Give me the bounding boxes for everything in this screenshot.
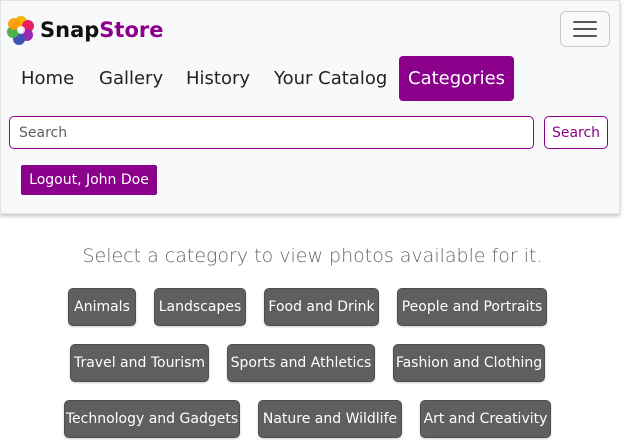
brand-link[interactable]: SnapStore <box>6 14 163 46</box>
nav-links: Home Gallery History Your Catalog Catego… <box>1 56 621 101</box>
category-button-animals[interactable]: Animals <box>68 288 136 326</box>
category-button-food-and-drink[interactable]: Food and Drink <box>264 288 379 326</box>
hamburger-menu-icon <box>573 21 597 23</box>
category-button-nature-and-wildlife[interactable]: Nature and Wildlife <box>258 400 402 438</box>
brand-name: SnapStore <box>40 18 163 42</box>
nav-link-home[interactable]: Home <box>21 56 74 101</box>
nav-link-gallery[interactable]: Gallery <box>99 56 163 101</box>
category-button-landscapes[interactable]: Landscapes <box>154 288 246 326</box>
brand-name-part1: Snap <box>40 18 100 42</box>
search-button[interactable]: Search <box>544 116 608 149</box>
flower-logo-icon <box>7 16 34 45</box>
category-button-sports-and-athletics[interactable]: Sports and Athletics <box>227 344 375 382</box>
search-input[interactable] <box>9 116 534 149</box>
nav-link-history[interactable]: History <box>186 56 250 101</box>
hamburger-menu-icon-bar-3 <box>573 35 597 37</box>
nav-link-categories[interactable]: Categories <box>399 56 515 101</box>
category-button-people-and-portraits[interactable]: People and Portraits <box>397 288 547 326</box>
category-button-fashion-and-clothing[interactable]: Fashion and Clothing <box>393 344 545 382</box>
brand-name-part2: Store <box>99 18 164 42</box>
nav-link-your-catalog[interactable]: Your Catalog <box>274 56 387 101</box>
hamburger-menu-icon-bar-2 <box>573 28 597 30</box>
category-button-travel-and-tourism[interactable]: Travel and Tourism <box>70 344 209 382</box>
logout-button[interactable]: Logout, John Doe <box>21 165 157 195</box>
page: SnapStore Home Gallery History Your Cata… <box>0 0 625 448</box>
navbar-toggler-button[interactable] <box>560 11 610 47</box>
categories-intro-text: Select a category to view photos availab… <box>82 245 543 267</box>
top-navbar: SnapStore Home Gallery History Your Cata… <box>0 0 620 214</box>
category-button-technology-and-gadgets[interactable]: Technology and Gadgets <box>64 400 240 438</box>
category-button-art-and-creativity[interactable]: Art and Creativity <box>420 400 551 438</box>
